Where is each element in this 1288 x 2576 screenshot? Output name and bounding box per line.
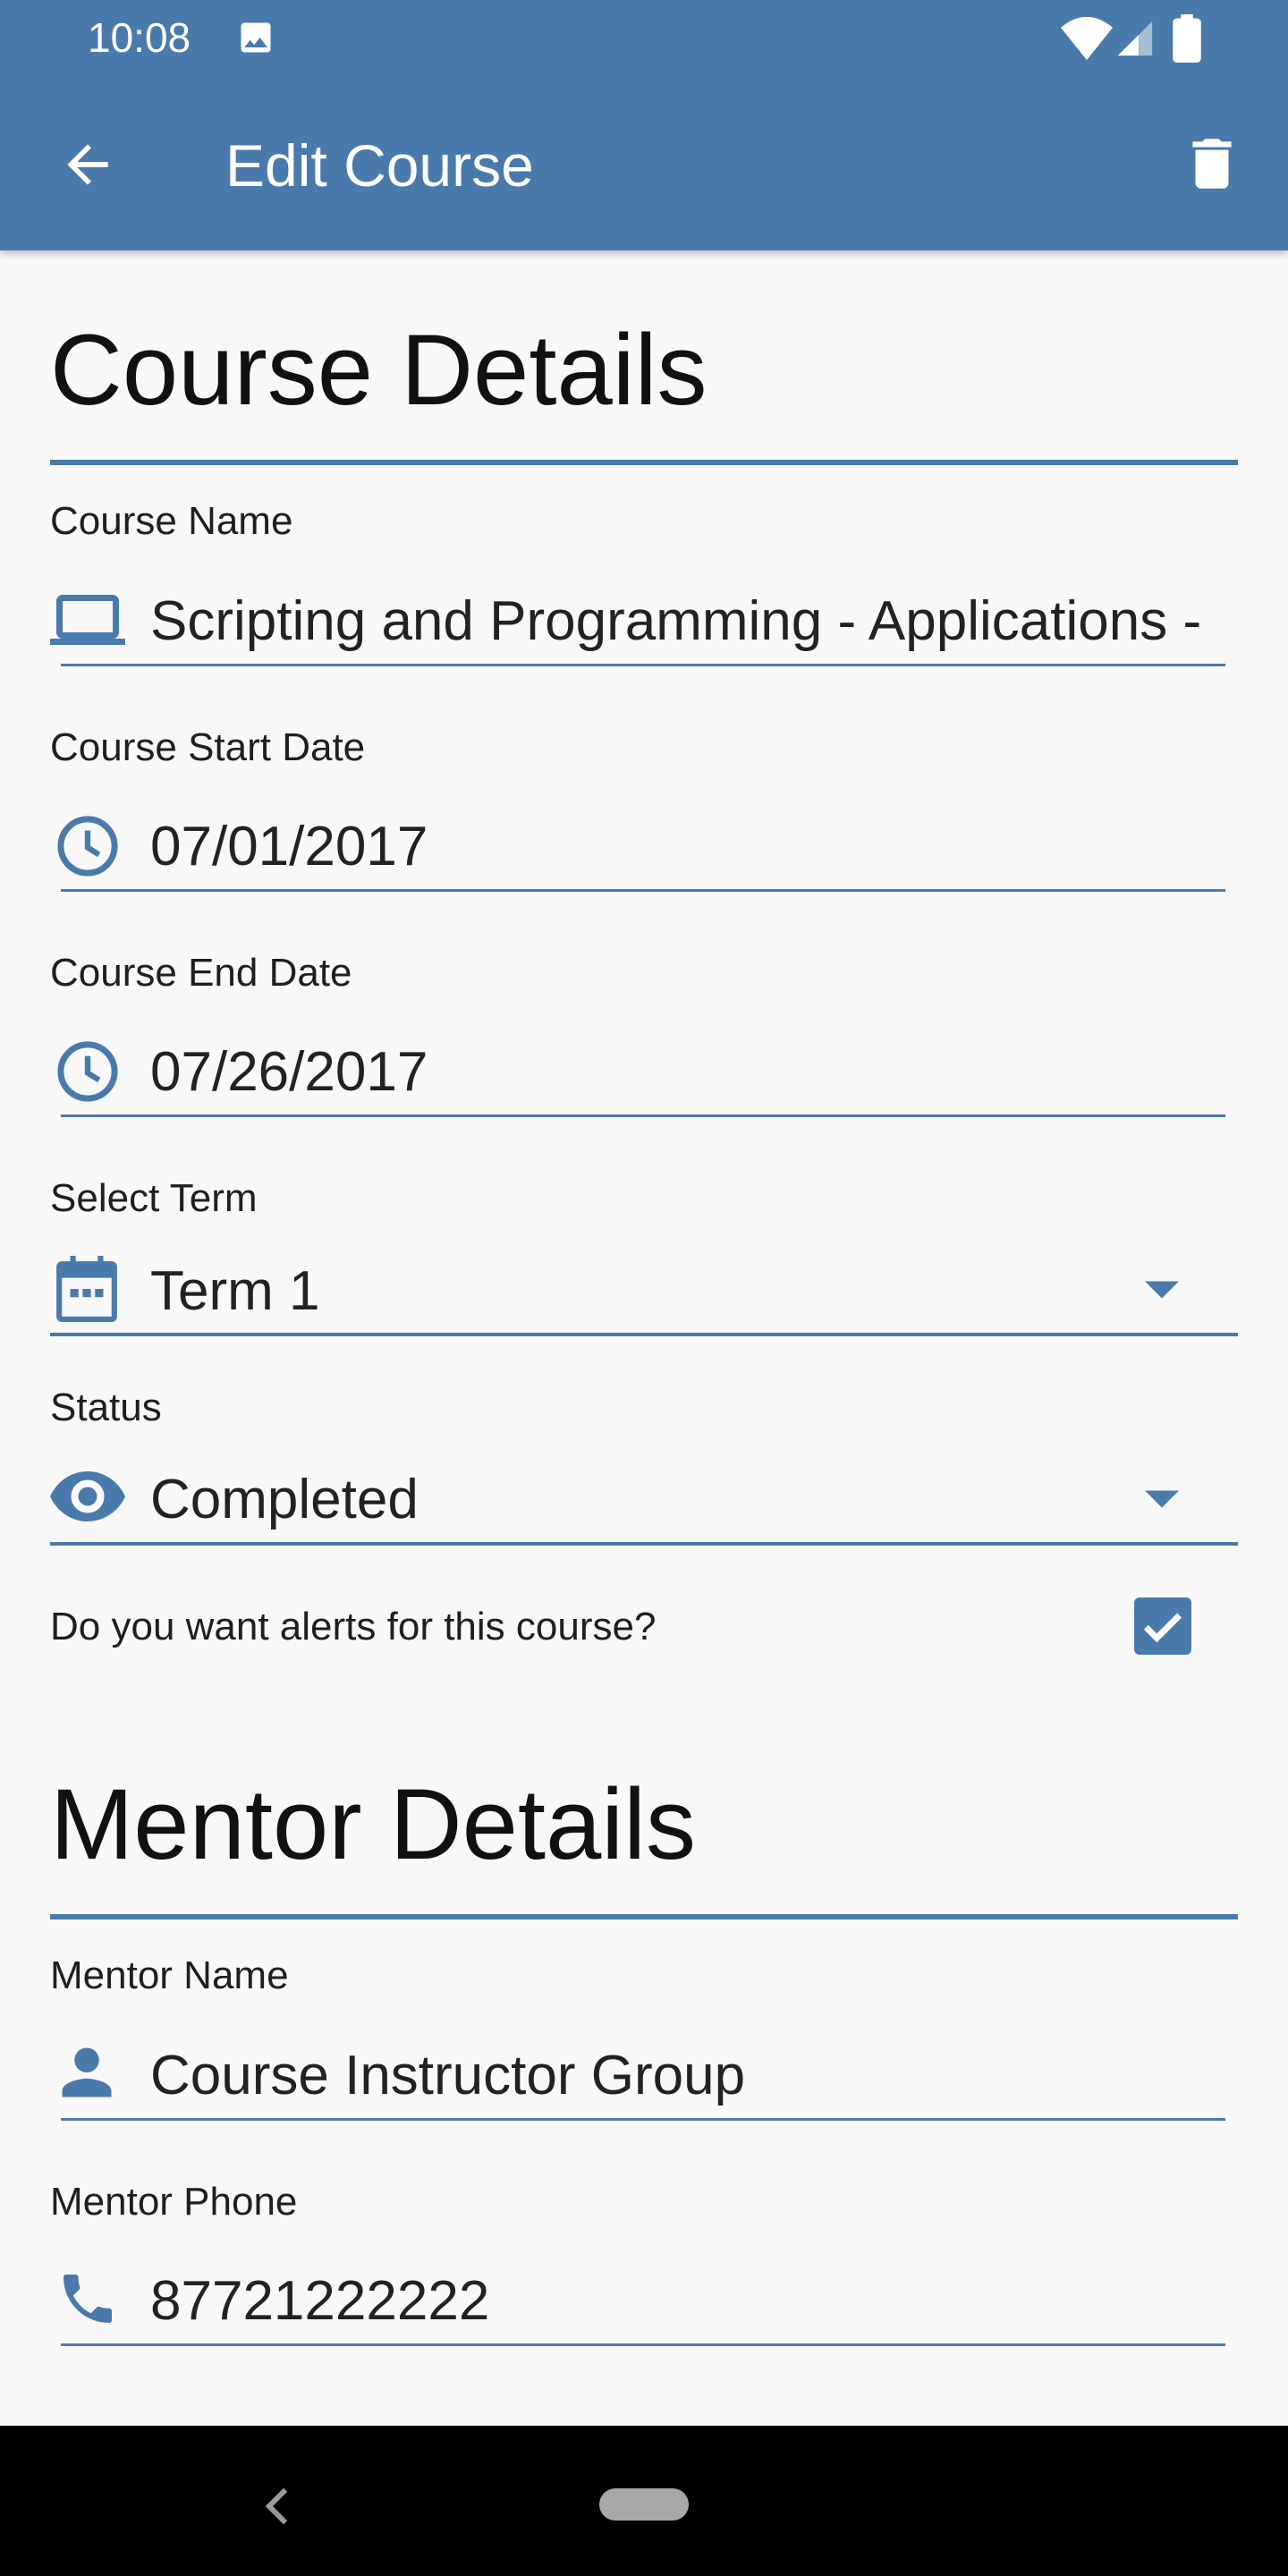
mentor-details-heading: Mentor Details: [50, 1768, 697, 1880]
clock-icon: [57, 1041, 118, 1102]
phone-icon: [64, 2275, 112, 2323]
status-time: 10:08: [88, 14, 191, 61]
delete-trash-icon[interactable]: [1179, 131, 1245, 197]
mentor-name-label: Mentor Name: [50, 1953, 289, 1997]
calendar-icon: [56, 1256, 117, 1322]
person-icon: [62, 2047, 112, 2097]
mentor-name-input[interactable]: Course Instructor Group: [150, 2043, 1134, 2109]
status-label: Status: [50, 1385, 162, 1429]
check-icon: [1143, 1613, 1182, 1643]
term-spinner-underline: [50, 1333, 1238, 1336]
course-name-input[interactable]: Scripting and Programming - Applications…: [150, 589, 1227, 655]
mentor-phone-underline: [61, 2343, 1225, 2346]
page-title: Edit Course: [225, 132, 534, 199]
end-date-underline: [61, 1114, 1225, 1117]
course-end-date-input[interactable]: 07/26/2017: [150, 1039, 1134, 1106]
back-arrow-icon[interactable]: [57, 134, 118, 195]
mentor-phone-label: Mentor Phone: [50, 2180, 298, 2224]
cell-signal-icon: [1117, 21, 1153, 56]
image-notification-icon: [241, 22, 271, 53]
wifi-icon: [1061, 16, 1113, 61]
section-divider: [50, 1914, 1238, 1919]
status-spinner-value[interactable]: Completed: [150, 1467, 1045, 1533]
course-name-label: Course Name: [50, 499, 293, 543]
system-navigation-bar: [0, 2426, 1288, 2576]
nav-home-pill[interactable]: [599, 2488, 689, 2521]
section-divider: [50, 460, 1238, 465]
term-spinner-value[interactable]: Term 1: [150, 1258, 1045, 1325]
battery-icon: [1173, 14, 1201, 63]
start-date-underline: [61, 889, 1225, 892]
clock-icon: [57, 816, 118, 877]
laptop-icon: [50, 595, 125, 645]
course-start-date-input[interactable]: 07/01/2017: [150, 814, 1134, 880]
course-end-date-label: Course End Date: [50, 951, 352, 995]
nav-back-icon[interactable]: [263, 2487, 292, 2526]
mentor-phone-input[interactable]: 87721222222: [150, 2268, 1134, 2334]
alerts-checkbox[interactable]: [1134, 1597, 1191, 1655]
select-term-label: Select Term: [50, 1176, 258, 1220]
status-spinner-underline: [50, 1542, 1238, 1546]
dropdown-arrow-icon[interactable]: [1145, 1281, 1179, 1299]
eye-icon: [50, 1471, 125, 1521]
dropdown-arrow-icon[interactable]: [1145, 1490, 1179, 1508]
alerts-label: Do you want alerts for this course?: [50, 1605, 657, 1648]
app-bar: 10:08 Edit Course: [0, 0, 1288, 250]
course-name-underline: [61, 664, 1225, 666]
mentor-name-underline: [61, 2118, 1225, 2121]
course-details-heading: Course Details: [50, 314, 708, 426]
course-start-date-label: Course Start Date: [50, 725, 366, 769]
